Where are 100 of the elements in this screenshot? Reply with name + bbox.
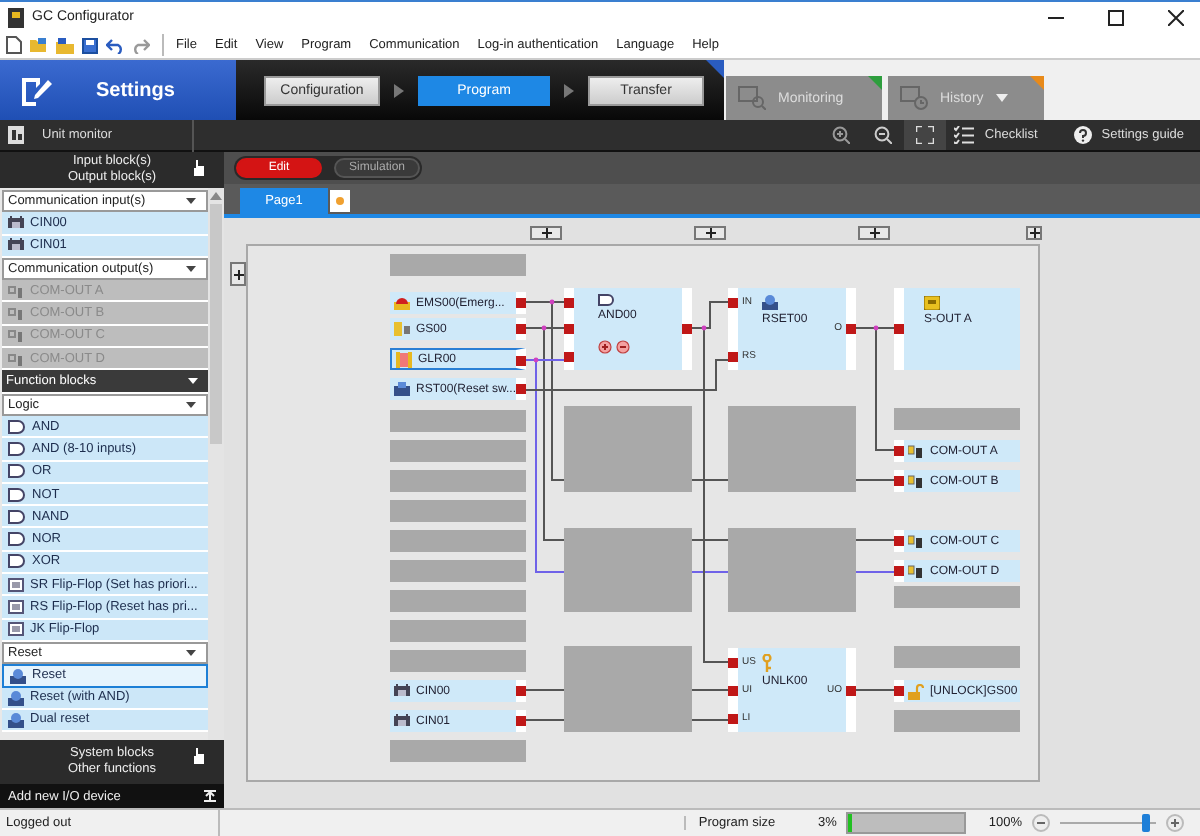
open-folder-icon[interactable] — [30, 37, 48, 53]
caret-icon — [186, 266, 196, 273]
checklist-icon[interactable] — [954, 126, 975, 144]
junction-dot — [533, 357, 539, 363]
zoom-out-icon[interactable] — [874, 126, 893, 144]
padlock-icon — [908, 683, 924, 699]
add-column-button[interactable] — [530, 226, 562, 240]
plug-icon — [8, 283, 24, 298]
empty-slot — [894, 408, 1020, 430]
empty-slot — [564, 646, 692, 732]
undo-icon[interactable] — [106, 37, 124, 53]
caret-icon — [186, 650, 196, 657]
empty-slot — [390, 410, 526, 432]
corner-marker-icon — [1030, 76, 1044, 90]
add-row-button[interactable] — [230, 262, 246, 286]
unit-monitor-icon[interactable] — [8, 126, 24, 144]
pencil-icon — [20, 74, 52, 106]
step-arrow-icon — [394, 83, 404, 97]
plus-icon — [541, 228, 551, 238]
junction-dot — [541, 325, 547, 331]
help-icon[interactable] — [1073, 126, 1092, 144]
empty-slot — [728, 528, 856, 612]
empty-slot — [894, 646, 1020, 668]
remove-input-icon[interactable] — [616, 340, 630, 354]
plug-icon — [8, 351, 24, 366]
empty-slot — [894, 586, 1020, 608]
plug-icon — [8, 306, 24, 321]
hand-pointer-icon — [192, 748, 204, 764]
empty-slot — [390, 254, 526, 276]
plus-icon — [1029, 228, 1039, 238]
plug-icon — [908, 534, 924, 548]
empty-slot — [728, 406, 856, 492]
junction-dot — [701, 325, 707, 331]
add-page-icon[interactable] — [330, 190, 350, 212]
plug-icon — [908, 564, 924, 578]
junction-dot — [873, 325, 879, 331]
empty-slot — [390, 530, 526, 552]
empty-slot — [390, 560, 526, 582]
app-icon — [8, 7, 24, 27]
network-card-icon — [394, 714, 410, 728]
empty-slot — [390, 740, 526, 762]
fit-screen-icon[interactable] — [904, 120, 947, 150]
push-button-icon — [394, 382, 410, 396]
network-card-icon — [8, 215, 24, 230]
plug-icon — [908, 474, 924, 488]
output-terminal-icon — [924, 296, 940, 310]
caret-icon — [186, 198, 196, 205]
empty-slot — [390, 590, 526, 612]
corner-marker-icon — [868, 76, 882, 90]
plus-icon — [869, 228, 879, 238]
empty-slot — [390, 470, 526, 492]
hand-pointer-icon — [192, 160, 204, 176]
network-card-icon — [8, 238, 24, 253]
reset-button-icon — [8, 689, 24, 706]
plus-icon — [705, 228, 715, 238]
door-switch-icon — [394, 322, 410, 336]
add-column-button[interactable] — [858, 226, 890, 240]
plug-icon — [8, 328, 24, 343]
zoom-in-icon[interactable] — [832, 126, 851, 144]
add-column-button[interactable] — [1026, 226, 1042, 240]
wire — [855, 689, 895, 691]
close-icon[interactable] — [1168, 9, 1184, 25]
folder-icon[interactable] — [56, 37, 74, 53]
empty-slot — [390, 440, 526, 462]
empty-slot — [390, 500, 526, 522]
empty-slot — [894, 710, 1020, 732]
monitor-magnifier-icon — [738, 86, 766, 110]
scroll-thumb[interactable] — [210, 204, 222, 444]
maximize-icon[interactable] — [1108, 9, 1124, 25]
key-icon — [762, 654, 772, 672]
caret-icon — [186, 401, 196, 408]
add-input-icon[interactable] — [598, 340, 612, 354]
collapse-icon[interactable] — [204, 790, 216, 802]
monitor-clock-icon — [900, 86, 928, 110]
caret-icon[interactable] — [995, 94, 1008, 102]
reset-button-icon — [762, 294, 778, 310]
zoom-out-icon[interactable] — [1032, 814, 1050, 832]
network-card-icon — [394, 684, 410, 698]
reset-button-icon — [10, 667, 26, 684]
empty-slot — [564, 528, 692, 612]
redo-icon[interactable] — [132, 37, 150, 53]
plug-icon — [908, 444, 924, 458]
light-curtain-icon — [396, 351, 412, 367]
empty-slot — [564, 406, 692, 492]
save-icon[interactable] — [82, 37, 98, 53]
plus-icon — [233, 269, 243, 279]
emergency-stop-icon — [394, 296, 410, 310]
scrollbar[interactable] — [208, 188, 224, 740]
corner-marker-icon — [706, 60, 724, 78]
junction-dot — [549, 299, 555, 305]
empty-slot — [390, 620, 526, 642]
empty-slot — [390, 650, 526, 672]
zoom-slider-thumb[interactable] — [1142, 814, 1151, 832]
new-file-icon[interactable] — [6, 36, 22, 54]
zoom-in-icon[interactable] — [1166, 814, 1184, 832]
reset-button-icon — [8, 711, 24, 728]
logic-gate-icon — [598, 294, 614, 306]
scroll-up-icon[interactable] — [210, 192, 222, 200]
step-arrow-icon — [564, 83, 574, 97]
add-column-button[interactable] — [694, 226, 726, 240]
